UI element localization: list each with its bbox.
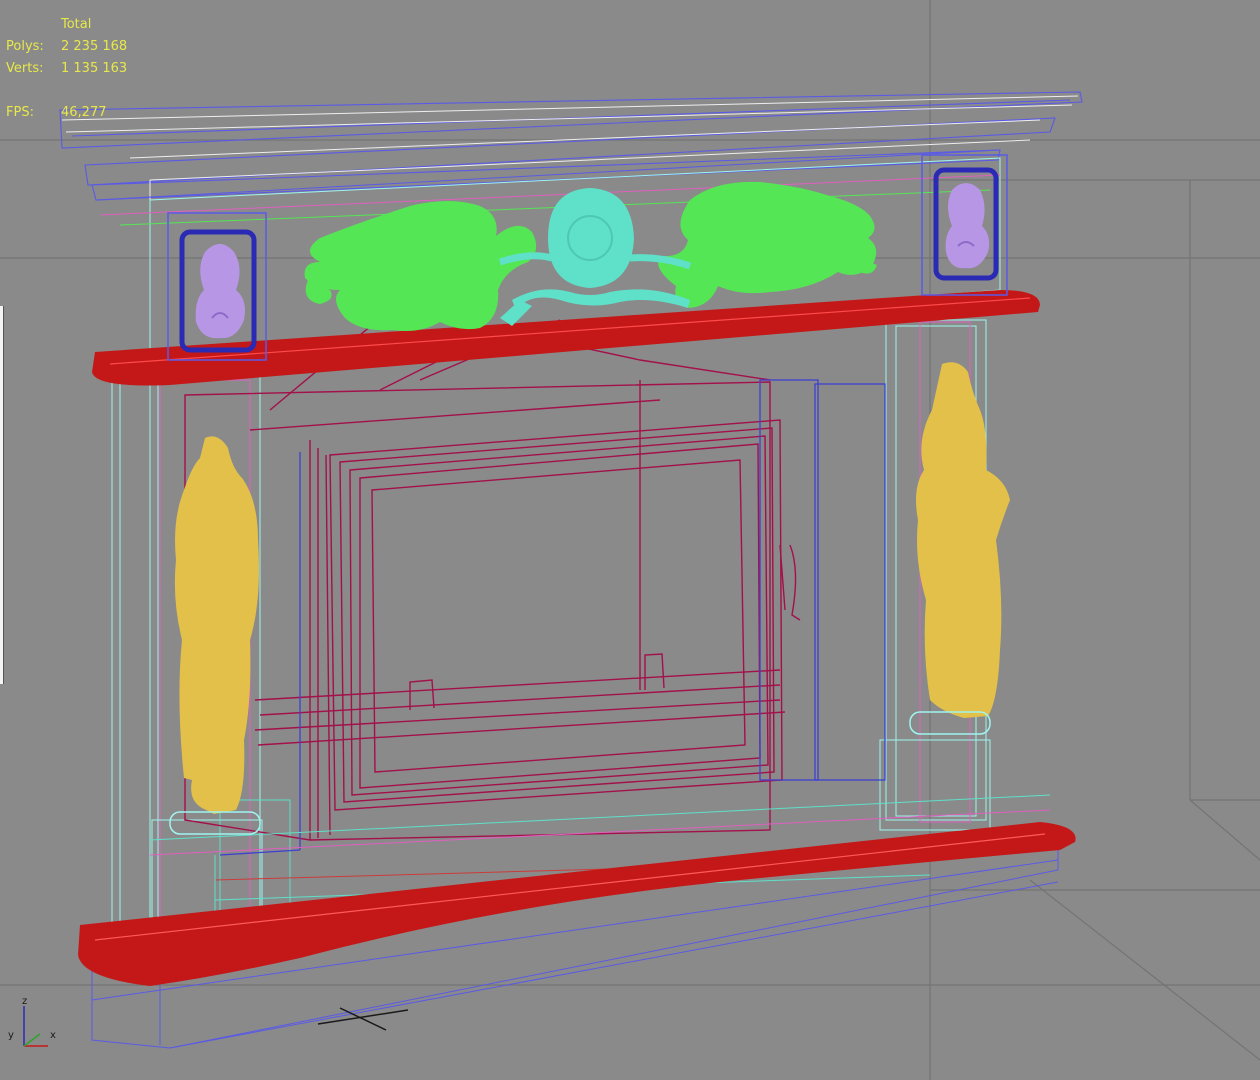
axis-z-label: z xyxy=(22,996,27,1007)
left-panel xyxy=(167,212,267,361)
right-caryatid-figure xyxy=(916,362,1010,718)
right-panel xyxy=(921,154,1008,296)
axis-x-label: x xyxy=(50,1030,56,1041)
viewport-canvas[interactable]: z y x xyxy=(0,0,1260,1080)
left-griffin-carving xyxy=(304,201,537,331)
axis-y-label: y xyxy=(8,1030,14,1041)
firebox-wireframe xyxy=(184,309,801,841)
right-lion-mask xyxy=(945,183,990,269)
collapsed-side-panel[interactable] xyxy=(0,306,4,684)
axis-tripod xyxy=(23,1006,48,1047)
3d-viewport[interactable]: z y x Total Polys: 2 235 168 Verts: 1 13… xyxy=(0,0,1260,1080)
left-caryatid-base xyxy=(169,811,261,835)
firebox-door-wireframe xyxy=(219,379,886,856)
cornice-white-lines xyxy=(61,95,1079,200)
origin-marker xyxy=(317,1007,409,1031)
hearth-slab-edge xyxy=(94,833,1046,941)
mantel-shelf-edge xyxy=(109,297,1031,365)
hearth-slab xyxy=(78,822,1076,986)
right-griffin-carving xyxy=(658,181,877,308)
left-caryatid-figure xyxy=(174,436,259,814)
